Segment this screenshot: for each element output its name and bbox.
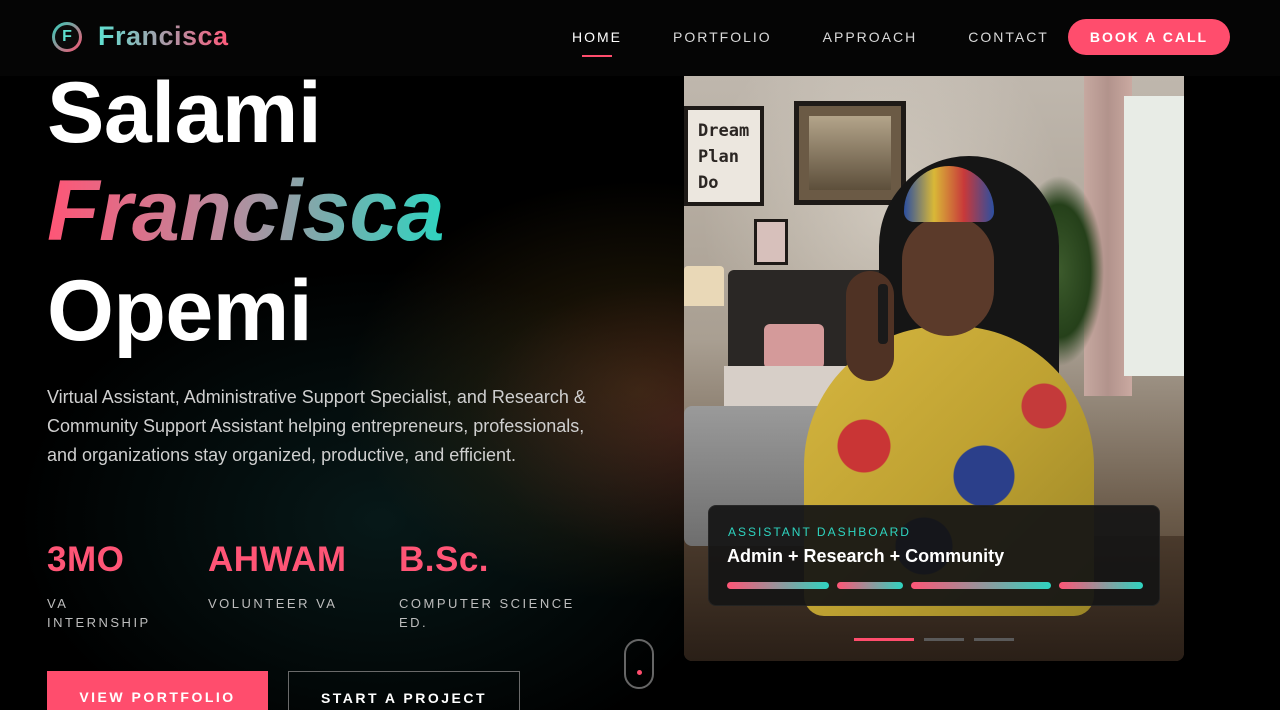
stat-value: AHWAM: [208, 540, 347, 579]
slide-indicator-2[interactable]: [924, 638, 964, 641]
dashboard-bar: [837, 582, 903, 589]
stat-label: VOLUNTEER VA: [208, 596, 338, 611]
hero-intro: Virtual Assistant, Administrative Suppor…: [47, 387, 586, 465]
book-call-button[interactable]: BOOK A CALL: [1068, 19, 1230, 55]
dashboard-title: Admin + Research + Community: [727, 546, 1005, 566]
motivation-poster: Dream Plan Do: [684, 106, 764, 206]
start-project-button[interactable]: START A PROJECT: [288, 671, 520, 710]
small-frame: [754, 219, 788, 265]
nav-approach[interactable]: APPROACH: [823, 29, 918, 45]
poster-word: Do: [698, 173, 719, 193]
stat-value: B.Sc.: [399, 540, 490, 579]
slide-indicator-1[interactable]: [854, 638, 914, 641]
nav-portfolio[interactable]: PORTFOLIO: [673, 29, 772, 45]
nav-home[interactable]: HOME: [572, 29, 622, 57]
hero-name-last: Opemi: [47, 263, 313, 359]
pillow: [764, 324, 824, 369]
logo[interactable]: F Francisca: [52, 21, 229, 52]
main-nav: HOME PORTFOLIO APPROACH CONTACT: [572, 29, 1100, 57]
stat-value: 3MO: [47, 540, 125, 579]
slide-indicator-3[interactable]: [974, 638, 1014, 641]
nav-contact[interactable]: CONTACT: [968, 29, 1049, 45]
stat-volunteer: AHWAM VOLUNTEER VA: [208, 540, 378, 613]
person-face: [902, 216, 994, 336]
stat-degree: B.Sc. COMPUTER SCIENCE ED.: [399, 540, 589, 632]
stat-label: VA INTERNSHIP: [47, 596, 151, 630]
dashboard-bar: [727, 582, 829, 589]
logo-letter: F: [55, 24, 79, 49]
stat-internship: 3MO VA INTERNSHIP: [47, 540, 167, 632]
scroll-dot-icon: [637, 670, 642, 675]
dashboard-bar: [911, 582, 1051, 589]
dashboard-bar: [1059, 582, 1143, 589]
scroll-indicator[interactable]: [624, 639, 654, 689]
photo-window: [1124, 96, 1184, 376]
poster-word: Plan: [698, 147, 739, 167]
view-portfolio-button[interactable]: VIEW PORTFOLIO: [47, 671, 268, 710]
site-header: F Francisca HOME PORTFOLIO APPROACH CONT…: [0, 0, 1280, 76]
phone: [878, 284, 888, 344]
lamp: [684, 266, 724, 306]
dashboard-label: ASSISTANT DASHBOARD: [728, 525, 911, 539]
landscape-painting: [794, 101, 906, 205]
hero-name-middle: Francisca: [47, 163, 445, 259]
logo-text: Francisca: [98, 21, 229, 51]
hero-name-first: Salami: [47, 65, 322, 161]
logo-icon: F: [52, 21, 82, 52]
poster-word: Dream: [698, 121, 750, 141]
assistant-dashboard-card: ASSISTANT DASHBOARD Admin + Research + C…: [708, 505, 1160, 606]
stat-label: COMPUTER SCIENCE ED.: [399, 596, 575, 630]
